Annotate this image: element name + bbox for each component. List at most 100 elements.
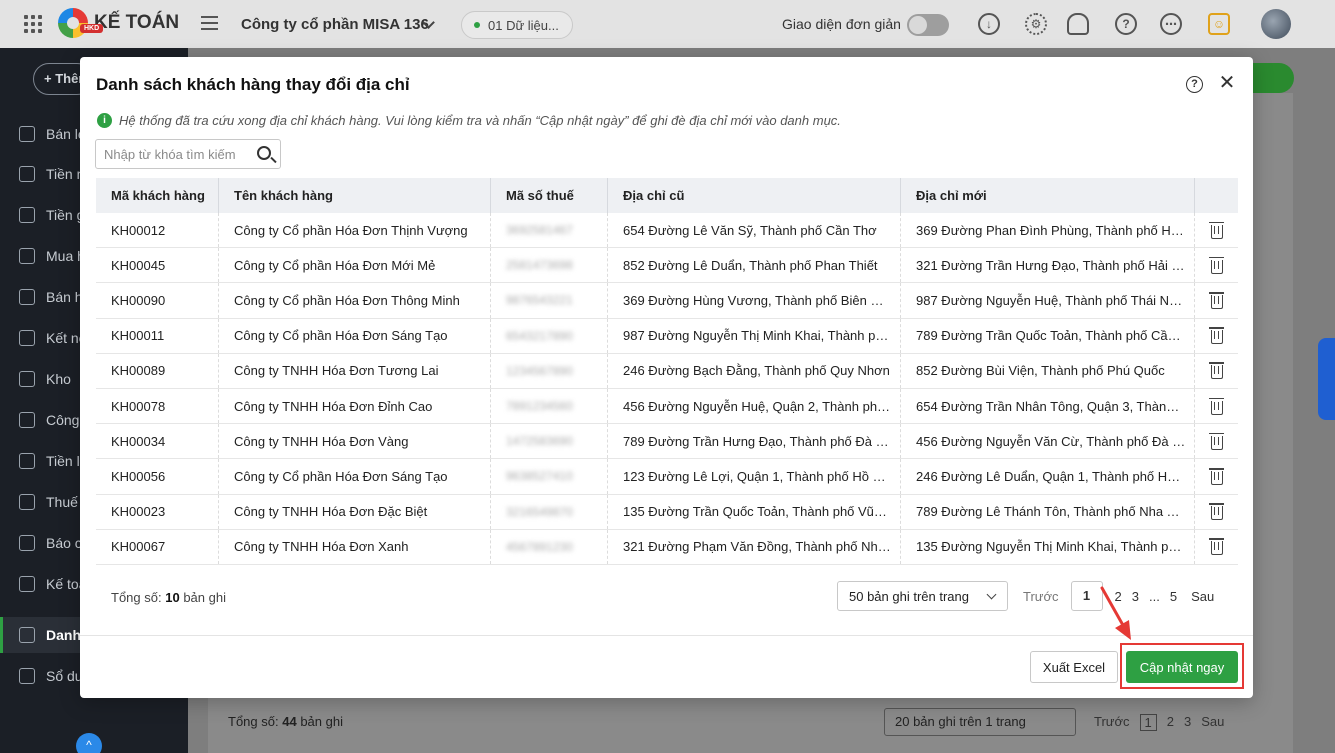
customer-name-cell-text: Công ty TNHH Hóa Đơn Vàng (234, 433, 409, 449)
column-header[interactable]: Tên khách hàng (219, 178, 491, 213)
new-address-cell: 456 Đường Nguyễn Văn Cừ, Thành phố Đà Lạ… (901, 424, 1195, 459)
bg-page[interactable]: 2 (1167, 714, 1174, 731)
side-panel-toggle[interactable] (1318, 338, 1335, 420)
table-row[interactable]: KH00078 Công ty TNHH Hóa Đơn Đỉnh Cao 7891… (96, 388, 1238, 425)
bell-icon[interactable] (1067, 13, 1089, 35)
row-actions (1195, 389, 1238, 423)
row-actions (1195, 459, 1238, 493)
bg-next[interactable]: Sau (1201, 714, 1224, 731)
column-header[interactable]: Mã khách hàng (96, 178, 219, 213)
table-row[interactable]: KH00034 Công ty TNHH Hóa Đơn Vàng 14725836… (96, 424, 1238, 460)
search-icon[interactable] (257, 146, 271, 160)
new-address-cell-text: 135 Đường Nguyễn Thị Minh Khai, Thành ph… (916, 539, 1194, 555)
table-row[interactable]: KH00056 Công ty Cổ phần Hóa Đơn Sáng Tạo 9… (96, 459, 1238, 495)
new-address-cell-text: 789 Đường Lê Thánh Tôn, Thành phố Nha Tr… (916, 504, 1194, 520)
table-row[interactable]: KH00089 Công ty TNHH Hóa Đơn Tương Lai 123… (96, 353, 1238, 389)
user-badge-icon[interactable]: ☺ (1208, 13, 1230, 35)
trash-icon[interactable] (1208, 503, 1224, 521)
avatar[interactable] (1261, 9, 1291, 39)
table-row[interactable]: KH00090 Công ty Cổ phần Hóa Đơn Thông Min… (96, 283, 1238, 319)
tax-code-cell: 9638527410 (491, 459, 608, 494)
customer-code-cell: KH00045 (96, 248, 219, 283)
close-icon[interactable]: ✕ (1217, 73, 1237, 93)
trash-icon[interactable] (1208, 327, 1224, 345)
page-button[interactable]: 3 (1132, 589, 1139, 604)
customer-code-cell: KH00023 (96, 494, 219, 529)
more-icon[interactable]: ⋯ (1160, 13, 1182, 35)
sidebar-item-label: Kho (46, 371, 71, 387)
customer-code-cell: KH00034 (96, 424, 219, 459)
page-button[interactable]: 2 (1115, 589, 1122, 604)
customer-code-cell-text: KH00011 (111, 328, 165, 344)
page-size-label: 50 bản ghi trên trang (849, 588, 969, 604)
table-row[interactable]: KH00011 Công ty Cổ phần Hóa Đơn Sáng Tạo 6… (96, 318, 1238, 354)
status-dot-icon (474, 22, 480, 28)
customer-code-cell-text: KH00034 (111, 433, 166, 449)
customer-code-cell: KH00056 (96, 459, 219, 494)
trash-icon[interactable] (1208, 432, 1224, 450)
total-suffix: bản ghi (183, 590, 226, 605)
customer-code-cell: KH00067 (96, 529, 219, 564)
row-actions (1195, 424, 1238, 458)
table-row[interactable]: KH00023 Công ty TNHH Hóa Đơn Đặc Biệt 3216… (96, 494, 1238, 530)
customer-name-cell: Công ty TNHH Hóa Đơn Xanh (219, 529, 491, 564)
page-current[interactable]: 1 (1070, 581, 1103, 611)
column-header[interactable]: Địa chỉ mới (901, 178, 1195, 213)
old-address-cell: 369 Đường Hùng Vương, Thành phố Biên Hòa (608, 283, 901, 318)
customer-name-cell: Công ty TNHH Hóa Đơn Vàng (219, 424, 491, 459)
bg-dropdown-button[interactable] (1246, 63, 1294, 93)
customer-code-cell-text: KH00067 (111, 539, 166, 555)
old-address-cell: 456 Đường Nguyễn Huệ, Quận 2, Thành phố … (608, 388, 901, 424)
tax-icon (19, 494, 35, 510)
table-row[interactable]: KH00067 Công ty TNHH Hóa Đơn Xanh 45678912… (96, 529, 1238, 565)
customer-name-cell-text: Công ty TNHH Hóa Đơn Xanh (234, 539, 409, 555)
app-grid-icon[interactable] (24, 15, 42, 33)
top-bar: KẾ TOÁN HKD Công ty cổ phần MISA 136 01 … (0, 0, 1335, 48)
page-size-select[interactable]: 50 bản ghi trên trang (837, 581, 1008, 611)
logo-mark-icon (58, 8, 88, 38)
customer-code-cell: KH00089 (96, 353, 219, 388)
page-button[interactable]: 5 (1170, 589, 1177, 604)
bg-page[interactable]: 3 (1184, 714, 1191, 731)
simple-mode-toggle[interactable] (907, 14, 949, 36)
prev-page-button[interactable]: Trước (1023, 589, 1059, 604)
new-address-cell-text: 789 Đường Trần Quốc Toản, Thành phố Cần … (916, 328, 1194, 344)
bg-prev[interactable]: Trước (1094, 714, 1130, 731)
trash-icon[interactable] (1208, 362, 1224, 380)
customer-name-cell-text: Công ty Cổ phần Hóa Đơn Mới Mẻ (234, 257, 436, 273)
trash-icon[interactable] (1208, 291, 1224, 309)
menu-icon[interactable] (201, 16, 218, 30)
column-header[interactable]: Địa chỉ cũ (608, 178, 901, 213)
trash-icon[interactable] (1208, 256, 1224, 274)
trash-icon[interactable] (1208, 221, 1224, 239)
bg-page[interactable]: 1 (1139, 714, 1157, 731)
new-address-cell-text: 369 Đường Phan Đình Phùng, Thành phố Hà … (916, 222, 1194, 238)
company-name[interactable]: Công ty cổ phần MISA 136 (241, 16, 429, 33)
next-page-button[interactable]: Sau (1191, 589, 1214, 604)
download-icon[interactable]: ↓ (978, 13, 1000, 35)
column-header[interactable]: Mã số thuế (491, 178, 608, 213)
customer-name-cell: Công ty TNHH Hóa Đơn Tương Lai (219, 353, 491, 388)
tax-code-cell-text: 1472583690 (506, 434, 573, 449)
customer-code-cell: KH00078 (96, 388, 219, 424)
trash-icon[interactable] (1208, 467, 1224, 485)
help-circle-icon[interactable]: ? (1115, 13, 1137, 35)
export-excel-button[interactable]: Xuất Excel (1030, 651, 1118, 683)
data-selector[interactable]: 01 Dữ liệu... (461, 11, 573, 39)
trash-icon[interactable] (1208, 538, 1224, 556)
trash-icon[interactable] (1208, 397, 1224, 415)
table-row[interactable]: KH00045 Công ty Cổ phần Hóa Đơn Mới Mẻ 258… (96, 248, 1238, 284)
customer-name-cell-text: Công ty TNHH Hóa Đơn Đỉnh Cao (234, 398, 433, 414)
help-icon[interactable]: ? (1186, 76, 1203, 93)
customer-name-cell-text: Công ty TNHH Hóa Đơn Tương Lai (234, 363, 439, 379)
new-address-cell: 135 Đường Nguyễn Thị Minh Khai, Thành ph… (901, 529, 1195, 564)
chart-icon (19, 535, 35, 551)
new-address-cell: 369 Đường Phan Đình Phùng, Thành phố Hà … (901, 213, 1195, 248)
gear-icon[interactable]: ⚙ (1025, 13, 1047, 35)
customer-code-cell-text: KH00045 (111, 257, 166, 273)
table-row[interactable]: KH00012 Công ty Cổ phần Hóa Đơn Thịnh Vượ… (96, 213, 1238, 249)
collapse-up-icon[interactable]: ^ (76, 733, 102, 753)
update-now-button[interactable]: Cập nhật ngay (1126, 651, 1238, 683)
search-input[interactable] (104, 146, 244, 162)
bg-page-size-select[interactable]: 20 bản ghi trên 1 trang (884, 708, 1076, 736)
